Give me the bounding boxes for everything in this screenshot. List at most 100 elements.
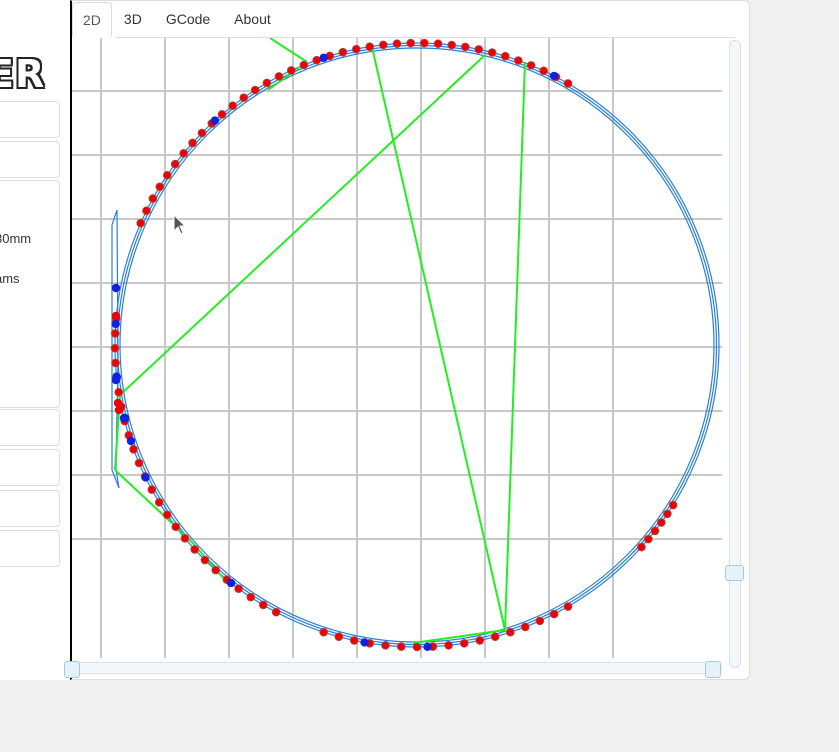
- retract-marker: [228, 101, 238, 111]
- retract-marker: [514, 56, 523, 65]
- sidebar-button-5[interactable]: [0, 490, 60, 527]
- restart-marker: [111, 375, 121, 385]
- tab-3d[interactable]: 3D: [112, 2, 154, 37]
- retract-marker: [657, 518, 666, 527]
- retract-marker: [444, 641, 453, 650]
- retract-marker: [379, 40, 388, 50]
- retract-marker: [459, 638, 469, 648]
- retract-marker: [258, 600, 268, 610]
- retract-marker: [171, 522, 181, 532]
- retract-marker: [392, 39, 402, 48]
- retract-marker: [487, 48, 497, 57]
- retract-marker: [239, 93, 249, 102]
- restart-marker: [210, 116, 220, 125]
- retract-marker: [179, 149, 188, 158]
- sidebar-button-1[interactable]: [0, 101, 60, 138]
- progress-slider-end-handle[interactable]: [705, 661, 721, 678]
- retract-marker: [299, 60, 309, 70]
- travel-move: [269, 38, 308, 63]
- retract-marker: [490, 632, 500, 642]
- restart-marker: [120, 413, 130, 423]
- restart-marker: [226, 578, 236, 588]
- retract-marker: [319, 627, 328, 637]
- retract-marker: [129, 444, 138, 454]
- retract-marker: [114, 387, 124, 397]
- retract-marker: [111, 311, 121, 321]
- retract-marker: [250, 85, 260, 95]
- tab-about[interactable]: About: [222, 2, 283, 37]
- retract-marker: [246, 592, 256, 602]
- retract-marker: [563, 79, 573, 88]
- layer-slider-handle[interactable]: [725, 565, 744, 581]
- view-tabs: 2D 3D GCode About: [72, 2, 283, 38]
- retract-marker: [312, 55, 321, 65]
- retract-marker: [148, 194, 158, 203]
- progress-slider-start-handle[interactable]: [64, 661, 80, 678]
- retract-marker: [200, 555, 210, 565]
- left-panel: ER 30mm ams: [0, 0, 70, 680]
- retract-marker: [154, 498, 164, 507]
- retract-marker: [500, 51, 510, 61]
- restart-marker: [126, 436, 136, 446]
- tab-gcode[interactable]: GCode: [154, 2, 222, 37]
- retract-marker: [526, 61, 536, 70]
- restart-marker: [549, 71, 559, 81]
- tab-2d[interactable]: 2D: [72, 2, 112, 37]
- sidebar-button-2[interactable]: [0, 141, 60, 178]
- progress-slider[interactable]: [70, 662, 722, 674]
- retract-marker: [663, 509, 672, 519]
- retract-marker: [475, 636, 485, 645]
- retract-marker: [349, 636, 359, 645]
- retract-marker: [338, 47, 348, 57]
- gcode-2d-canvas[interactable]: [72, 38, 722, 660]
- retract-marker: [365, 42, 375, 52]
- filament-weight-text: ams: [0, 271, 20, 286]
- retract-marker: [412, 642, 422, 652]
- restart-marker: [423, 642, 432, 652]
- retract-marker: [142, 206, 151, 216]
- retract-marker: [351, 44, 361, 54]
- sidebar-button-4[interactable]: [0, 449, 60, 486]
- restart-marker: [141, 473, 150, 482]
- marker-layer: [110, 38, 678, 652]
- retract-marker: [170, 159, 180, 169]
- retract-marker: [162, 170, 172, 180]
- sidebar-button-3[interactable]: [0, 409, 60, 446]
- restart-marker: [111, 283, 121, 293]
- retract-marker: [286, 66, 296, 75]
- retract-marker: [110, 329, 120, 338]
- retract-marker: [420, 38, 429, 48]
- retract-marker: [114, 405, 124, 415]
- retract-marker: [406, 38, 415, 48]
- retract-marker: [197, 128, 207, 138]
- retract-marker: [381, 641, 390, 650]
- retract-marker: [539, 66, 548, 76]
- sidebar-button-6[interactable]: [0, 530, 60, 567]
- retract-marker: [535, 616, 545, 626]
- retract-marker: [262, 78, 272, 88]
- retract-marker: [563, 602, 573, 611]
- extrusion-ring: [119, 47, 715, 643]
- retract-marker: [180, 534, 190, 543]
- retract-marker: [136, 218, 145, 228]
- restart-marker: [111, 319, 120, 329]
- retract-marker: [217, 110, 227, 119]
- retract-marker: [433, 39, 443, 49]
- retract-marker: [110, 343, 120, 353]
- retract-marker: [637, 542, 646, 552]
- retract-marker: [460, 42, 470, 52]
- retract-marker: [644, 534, 653, 544]
- retract-marker: [506, 627, 515, 637]
- retract-marker: [155, 182, 165, 192]
- retract-marker: [162, 510, 172, 520]
- retract-marker: [274, 72, 284, 81]
- retract-marker: [211, 565, 221, 575]
- retract-marker: [234, 584, 243, 594]
- retract-marker: [396, 642, 406, 651]
- restart-marker: [319, 53, 328, 62]
- restart-marker: [360, 638, 369, 647]
- retract-marker: [134, 458, 144, 468]
- retract-marker: [549, 609, 559, 619]
- app-logo: ER: [0, 52, 46, 96]
- retract-marker: [474, 45, 484, 54]
